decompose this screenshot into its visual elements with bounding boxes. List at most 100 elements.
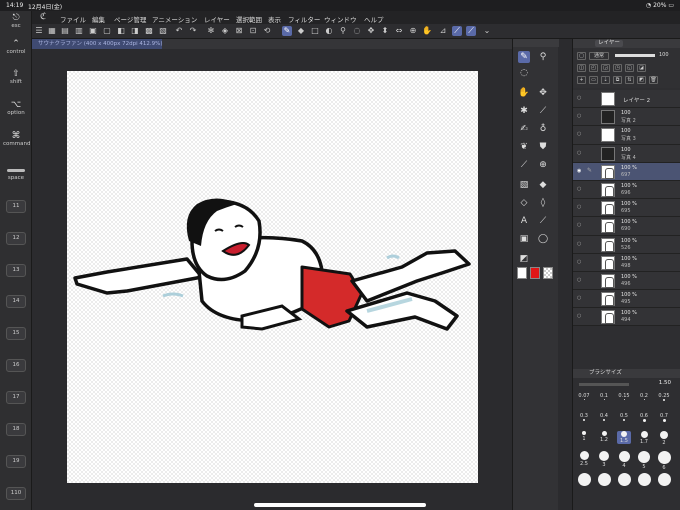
ruler-icon[interactable]: ⊿	[438, 26, 448, 36]
brush-preset[interactable]: 1.2	[597, 431, 611, 443]
lasso-select-icon[interactable]: ◌	[518, 67, 530, 79]
hand-tool-icon[interactable]: ✋	[518, 87, 530, 99]
visibility-icon[interactable]: ○	[577, 277, 583, 283]
magnifier-icon[interactable]: ⚲	[537, 51, 549, 63]
fill-tool-icon[interactable]: ⛊	[537, 141, 549, 153]
move-icon[interactable]: ✥	[366, 26, 376, 36]
select-rect-icon[interactable]: □	[310, 26, 320, 36]
visibility-icon[interactable]: ○	[577, 95, 583, 101]
brush-preset[interactable]: 0.2	[637, 393, 651, 401]
drawing-canvas[interactable]	[67, 71, 478, 483]
brush-preset[interactable]: 3	[597, 451, 611, 468]
stroke-icon[interactable]: ⟋	[452, 26, 462, 36]
layer-panel-tab[interactable]: レイヤー	[595, 40, 623, 47]
brush-preset[interactable]: 0.1	[597, 393, 611, 401]
brush-preset[interactable]: 2	[657, 431, 671, 446]
app-logo-icon[interactable]: ℭ	[40, 12, 46, 22]
bucket-icon[interactable]: ◆	[537, 179, 549, 191]
layer-row[interactable]: ○ 100 % 494	[573, 308, 680, 327]
fkey-10[interactable]: 110	[6, 487, 26, 500]
brush-size-control[interactable]: 1.50	[573, 379, 680, 389]
new-layer-icon[interactable]: +	[577, 76, 586, 84]
fkey-4[interactable]: 14	[6, 295, 26, 308]
color-icon[interactable]: ◪	[637, 64, 646, 72]
layer-thumb-icon[interactable]: ▦	[47, 26, 57, 36]
chevron-down-icon[interactable]: ⌄	[482, 26, 492, 36]
rotate-icon[interactable]: ⟲	[262, 26, 272, 36]
lock-icon[interactable]: ◫	[577, 64, 586, 72]
mask-icon[interactable]: ◱	[625, 64, 634, 72]
visibility-icon[interactable]: ○	[577, 313, 583, 319]
zoom-tool-icon[interactable]: ⊕	[537, 159, 549, 171]
hand-icon[interactable]: ✋	[422, 26, 432, 36]
brush-preset[interactable]: 0.7	[657, 413, 671, 423]
eraser-tool-icon[interactable]: ◇	[518, 197, 530, 209]
layer-row[interactable]: ○ 100 写真 3	[573, 126, 680, 145]
draft-icon[interactable]: ◳	[613, 64, 622, 72]
copy-icon[interactable]: ▧	[158, 26, 168, 36]
eraser-icon[interactable]: ◆	[296, 26, 306, 36]
brush-preset[interactable]	[657, 473, 671, 487]
stroke-alt-icon[interactable]: ⟋	[466, 26, 476, 36]
clip-icon[interactable]: ◰	[589, 64, 598, 72]
main-color-swatch[interactable]	[517, 267, 527, 279]
merge-icon[interactable]: ⇣	[601, 76, 610, 84]
scale-icon[interactable]: ⬍	[380, 26, 390, 36]
document-tab[interactable]: サウナクラファン (400 x 400px 72dpi 412.9%)	[32, 39, 512, 49]
command-key[interactable]: ⌘ command	[3, 131, 30, 147]
visibility-icon[interactable]: ○	[577, 113, 583, 119]
mask-apply-icon[interactable]: ◩	[637, 76, 646, 84]
fkey-7[interactable]: 17	[6, 391, 26, 404]
magic-wand-icon[interactable]: ✱	[518, 105, 530, 117]
balloon-icon[interactable]: ◯	[537, 233, 549, 245]
decoration-icon[interactable]: ❦	[518, 141, 530, 153]
brush-preset[interactable]	[597, 473, 611, 487]
dropper-icon[interactable]: ⚲	[338, 26, 348, 36]
shift-key[interactable]: ⇧ shift	[3, 69, 29, 85]
folder-icon[interactable]: ▥	[74, 26, 84, 36]
space-key[interactable]: space	[3, 169, 29, 181]
layer-row[interactable]: ○ レイヤー 2	[573, 90, 680, 109]
brush-preset[interactable]: 2.5	[577, 451, 591, 467]
layer-row[interactable]: ○ 100 % 526	[573, 235, 680, 254]
brush-preset[interactable]: 0.3	[577, 413, 591, 422]
menu-animation[interactable]: アニメーション	[152, 14, 197, 24]
layer-row-selected[interactable]: ◉ ✎ 100 % 697	[573, 162, 680, 181]
pen-tool-icon[interactable]: ✎	[282, 26, 292, 36]
visibility-icon[interactable]: ○	[577, 295, 583, 301]
menu-view[interactable]: 表示	[268, 14, 281, 24]
copy-layer-icon[interactable]: ⧉	[613, 76, 622, 84]
brush-preset[interactable]	[577, 473, 591, 487]
frame-icon[interactable]: ▣	[518, 233, 530, 245]
option-key[interactable]: ⌥ option	[3, 100, 29, 116]
flip-icon[interactable]: ⇔	[394, 26, 404, 36]
brush-preset[interactable]: 0.07	[577, 393, 591, 401]
menu-selection[interactable]: 選択範囲	[236, 14, 262, 24]
visibility-icon[interactable]: ○	[577, 131, 583, 137]
brush-preset[interactable]: 6	[657, 451, 671, 471]
layer-row[interactable]: ○ 100 % 495	[573, 290, 680, 309]
invert-icon[interactable]: ◐	[324, 26, 334, 36]
menu-window[interactable]: ウィンドウ	[324, 14, 357, 24]
fkey-5[interactable]: 15	[6, 327, 26, 340]
pen-icon[interactable]: ✎	[518, 51, 530, 63]
sub-color-swatch[interactable]	[530, 267, 540, 279]
menu-page[interactable]: ページ管理	[114, 14, 146, 24]
trash-icon[interactable]: 🗑	[649, 76, 658, 84]
canvas-area[interactable]	[32, 49, 512, 510]
line-tool-icon[interactable]: ⟋	[518, 159, 530, 171]
brush-preset[interactable]: 1.7	[637, 431, 651, 445]
move-layer-icon[interactable]: ⇅	[625, 76, 634, 84]
visibility-icon[interactable]: ○	[577, 241, 583, 247]
new-file-icon[interactable]: ▤	[60, 26, 70, 36]
transform-icon[interactable]: ⊠	[234, 26, 244, 36]
brush-preset[interactable]: 0.25	[657, 393, 671, 402]
brush-preset[interactable]: 1	[577, 431, 591, 442]
grid-icon[interactable]: ▩	[144, 26, 154, 36]
new-folder-icon[interactable]: ▭	[589, 76, 598, 84]
fkey-1[interactable]: 11	[6, 200, 26, 213]
operation-icon[interactable]: ⟋	[537, 215, 549, 227]
visibility-icon[interactable]: ○	[577, 222, 583, 228]
fill-icon[interactable]: ◈	[220, 26, 230, 36]
layer-row[interactable]: ○ 100 % 696	[573, 180, 680, 200]
